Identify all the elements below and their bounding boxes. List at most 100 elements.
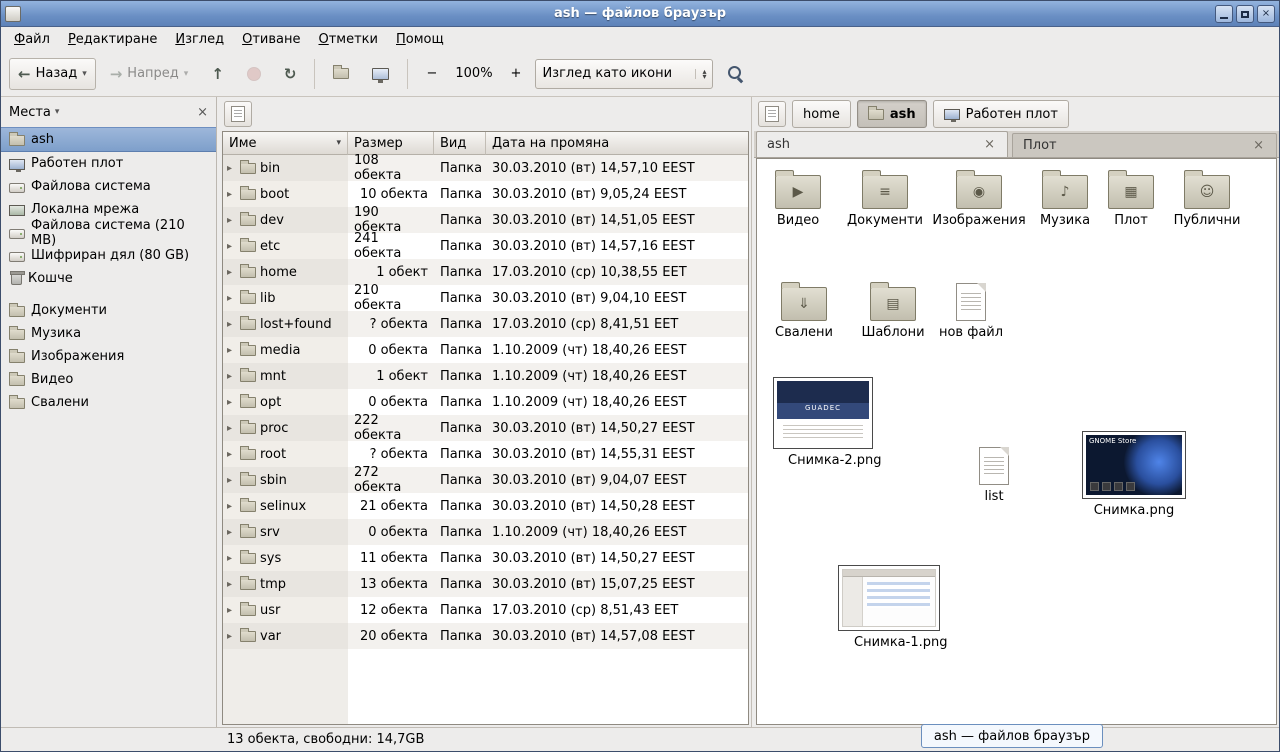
expander-icon[interactable]: ▸ [227, 371, 236, 382]
table-row[interactable]: ▸selinux21 обектаПапка30.03.2010 (вт) 14… [223, 493, 748, 519]
location-toggle-button[interactable] [758, 101, 786, 127]
table-row[interactable]: ▸lost+found? обектаПапка17.03.2010 (ср) … [223, 311, 748, 337]
column-header-date[interactable]: Дата на промяна [486, 132, 748, 155]
notes-pane-button[interactable] [224, 101, 252, 127]
back-button[interactable]: ← Назад ▾ [9, 58, 96, 90]
tab-close-icon[interactable]: × [1251, 138, 1266, 153]
table-row[interactable]: ▸dev190 обектаПапка30.03.2010 (вт) 14,51… [223, 207, 748, 233]
expander-icon[interactable]: ▸ [227, 397, 236, 408]
maximize-button[interactable] [1236, 5, 1254, 23]
sidebar-item[interactable]: Музика [1, 322, 216, 345]
image-file-item[interactable]: GUADEC Снимка-2.png [771, 377, 875, 468]
table-row[interactable]: ▸boot10 обектаПапка30.03.2010 (вт) 9,05,… [223, 181, 748, 207]
home-button[interactable] [324, 58, 358, 90]
table-row[interactable]: ▸media0 обектаПапка1.10.2009 (чт) 18,40,… [223, 337, 748, 363]
menu-edit[interactable]: Редактиране [59, 30, 166, 49]
sidebar-item[interactable]: Видео [1, 368, 216, 391]
menu-file[interactable]: Файл [5, 30, 59, 49]
up-button[interactable]: ↑ [202, 58, 233, 90]
expander-icon[interactable]: ▸ [227, 475, 236, 486]
table-row[interactable]: ▸home1 обектПапка17.03.2010 (ср) 10,38,5… [223, 259, 748, 285]
icon-view[interactable]: ▶ Видео ≡ Документи ◉ Изображения ♪ Музи… [756, 158, 1277, 725]
sidebar-item[interactable]: Файлова система (210 MB) [1, 221, 216, 244]
column-header-size[interactable]: Размер [348, 132, 434, 155]
expander-icon[interactable]: ▸ [227, 345, 236, 356]
expander-icon[interactable]: ▸ [227, 293, 236, 304]
file-item[interactable]: нов файл [933, 279, 1009, 340]
column-header-name[interactable]: Име ▾ [223, 132, 348, 155]
reload-button[interactable]: ↻ [275, 58, 306, 90]
table-row[interactable]: ▸etc241 обектаПапка30.03.2010 (вт) 14,57… [223, 233, 748, 259]
expander-icon[interactable]: ▸ [227, 605, 236, 616]
table-row[interactable]: ▸srv0 обектаПапка1.10.2009 (чт) 18,40,26… [223, 519, 748, 545]
folder-item[interactable]: ◉ Изображения [937, 169, 1021, 228]
expander-icon[interactable]: ▸ [227, 501, 236, 512]
computer-button[interactable] [363, 58, 398, 90]
breadcrumb-desktop[interactable]: Работен плот [933, 100, 1069, 128]
search-button[interactable] [718, 58, 754, 90]
table-row[interactable]: ▸bin108 обектаПапка30.03.2010 (вт) 14,57… [223, 155, 748, 181]
close-button[interactable]: × [1257, 5, 1275, 23]
expander-icon[interactable]: ▸ [227, 241, 236, 252]
image-file-item[interactable]: Снимка-1.png [837, 565, 941, 650]
table-row[interactable]: ▸sbin272 обектаПапка30.03.2010 (вт) 9,04… [223, 467, 748, 493]
menu-bookmarks[interactable]: Отметки [310, 30, 388, 49]
table-row[interactable]: ▸lib210 обектаПапка30.03.2010 (вт) 9,04,… [223, 285, 748, 311]
folder-item[interactable]: ▤ Шаблони [855, 281, 931, 340]
folder-item[interactable]: ▶ Видео [760, 169, 836, 228]
sidebar-item[interactable]: Документи [1, 299, 216, 322]
menu-view[interactable]: Изглед [166, 30, 233, 49]
expander-icon[interactable]: ▸ [227, 319, 236, 330]
sidebar-item[interactable]: Работен плот [1, 152, 216, 175]
back-dropdown-icon[interactable]: ▾ [82, 69, 87, 79]
zoom-in-button[interactable]: + [502, 58, 531, 90]
sidebar-item[interactable]: Свалени [1, 391, 216, 414]
table-row[interactable]: ▸var20 обектаПапка30.03.2010 (вт) 14,57,… [223, 623, 748, 649]
expander-icon[interactable]: ▸ [227, 267, 236, 278]
expander-icon[interactable]: ▸ [227, 579, 236, 590]
table-row[interactable]: ▸proc222 обектаПапка30.03.2010 (вт) 14,5… [223, 415, 748, 441]
breadcrumb-current[interactable]: ash [857, 100, 927, 128]
sidebar-item[interactable]: Шифриран дял (80 GB) [1, 244, 216, 267]
expander-icon[interactable]: ▸ [227, 553, 236, 564]
sidebar-item[interactable]: Кошче [1, 267, 216, 290]
table-row[interactable]: ▸usr12 обектаПапка17.03.2010 (ср) 8,51,4… [223, 597, 748, 623]
taskbar-window-button[interactable]: ash — файлов браузър [921, 724, 1103, 748]
titlebar[interactable]: ash — файлов браузър × [1, 1, 1279, 27]
folder-item[interactable]: ♪ Музика [1029, 169, 1101, 228]
sidebar-close-icon[interactable]: × [197, 105, 208, 120]
folder-item[interactable]: ≡ Документи [843, 169, 927, 228]
tab-plot[interactable]: Плот × [1012, 133, 1277, 157]
expander-icon[interactable]: ▸ [227, 527, 236, 538]
sidebar-item[interactable]: Файлова система [1, 175, 216, 198]
tab-ash[interactable]: ash × [756, 131, 1008, 157]
menu-go[interactable]: Отиване [233, 30, 309, 49]
column-header-type[interactable]: Вид [434, 132, 486, 155]
chevron-down-icon[interactable]: ▾ [55, 107, 60, 117]
image-file-item[interactable]: GNOME Store Снимка.png [1079, 431, 1189, 518]
sidebar-title[interactable]: Места [9, 105, 51, 120]
forward-button[interactable]: → Напред ▾ [101, 58, 198, 90]
expander-icon[interactable]: ▸ [227, 215, 236, 226]
tab-close-icon[interactable]: × [982, 137, 997, 152]
spinner-icons[interactable]: ▴▾ [695, 69, 706, 79]
file-item[interactable]: list [961, 443, 1027, 504]
expander-icon[interactable]: ▸ [227, 449, 236, 460]
folder-item[interactable]: ▦ Плот [1099, 169, 1163, 228]
sidebar-item[interactable]: Изображения [1, 345, 216, 368]
sidebar-item[interactable]: ash [1, 127, 216, 152]
table-row[interactable]: ▸mnt1 обектПапка1.10.2009 (чт) 18,40,26 … [223, 363, 748, 389]
folder-item[interactable]: ⇓ Свалени [766, 281, 842, 340]
stop-button[interactable] [238, 58, 270, 90]
breadcrumb-home[interactable]: home [792, 100, 851, 128]
table-row[interactable]: ▸tmp13 обектаПапка30.03.2010 (вт) 15,07,… [223, 571, 748, 597]
folder-item[interactable]: ☺ Публични [1167, 169, 1247, 228]
table-row[interactable]: ▸sys11 обектаПапка30.03.2010 (вт) 14,50,… [223, 545, 748, 571]
minimize-button[interactable] [1215, 5, 1233, 23]
table-row[interactable]: ▸opt0 обектаПапка1.10.2009 (чт) 18,40,26… [223, 389, 748, 415]
zoom-level[interactable]: 100% [451, 66, 496, 81]
expander-icon[interactable]: ▸ [227, 423, 236, 434]
table-row[interactable]: ▸root? обектаПапка30.03.2010 (вт) 14,55,… [223, 441, 748, 467]
zoom-out-button[interactable]: − [417, 58, 446, 90]
view-mode-select[interactable]: Изглед като икони ▴▾ [535, 59, 713, 89]
